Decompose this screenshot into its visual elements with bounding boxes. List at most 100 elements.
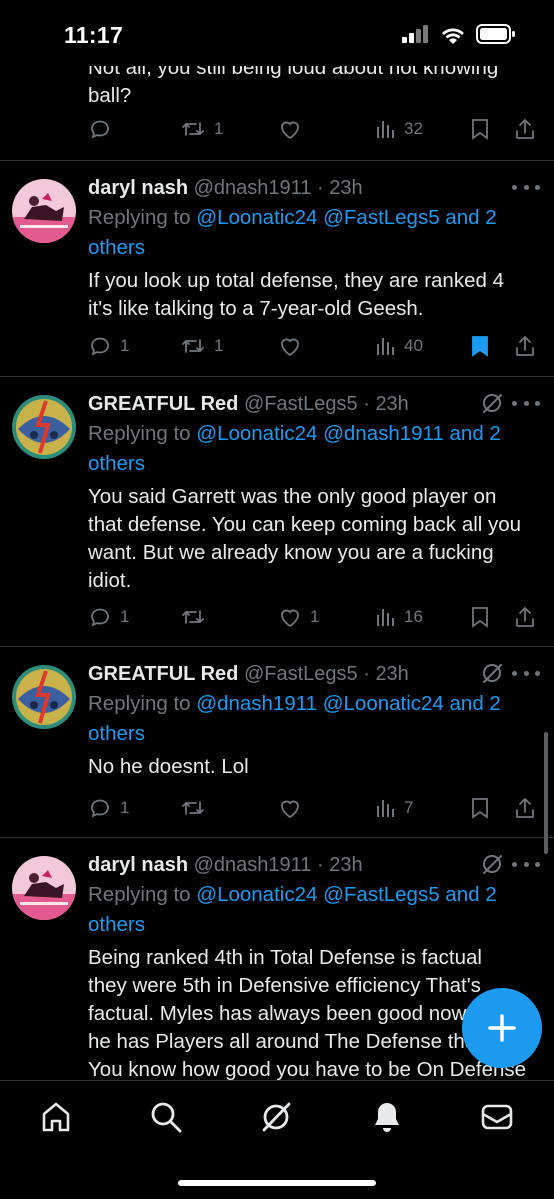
avatar[interactable] bbox=[12, 179, 76, 243]
plus-icon bbox=[488, 1014, 516, 1042]
mention-links[interactable]: @dnash1911 @Loonatic24 and 2 bbox=[196, 692, 501, 715]
retweet-button[interactable]: 1 bbox=[180, 331, 223, 361]
avatar-daryl-image bbox=[12, 856, 76, 920]
display-name[interactable]: daryl nash bbox=[88, 854, 188, 876]
mention-others-link[interactable]: others bbox=[88, 722, 145, 745]
display-name[interactable]: GREATFUL Red bbox=[88, 663, 238, 685]
mention-links[interactable]: @Loonatic24 @FastLegs5 and 2 bbox=[196, 206, 496, 229]
views-button[interactable]: 32 bbox=[376, 114, 423, 144]
retweet-button[interactable] bbox=[180, 602, 214, 632]
bookmark-icon bbox=[472, 119, 488, 140]
avatar[interactable] bbox=[12, 665, 76, 729]
share-button[interactable] bbox=[514, 114, 536, 144]
tweet[interactable]: GREATFUL Red @FastLegs5 · 23h Replying t… bbox=[0, 647, 554, 838]
tweet-time[interactable]: 23h bbox=[329, 177, 362, 199]
more-options-button[interactable] bbox=[512, 177, 540, 197]
mention-links[interactable]: @Loonatic24 @FastLegs5 and 2 bbox=[196, 883, 496, 906]
retweet-icon bbox=[182, 801, 204, 815]
timeline-feed[interactable]: Not all, you still being loud about not … bbox=[0, 0, 554, 1080]
like-button[interactable] bbox=[278, 114, 302, 144]
reply-button[interactable] bbox=[88, 114, 112, 144]
reply-button[interactable]: 1 bbox=[88, 331, 129, 361]
views-icon bbox=[377, 609, 394, 626]
battery-icon bbox=[476, 24, 515, 44]
reply-count: 1 bbox=[120, 336, 130, 355]
tweet-header: daryl nash @dnash1911 · 23h bbox=[88, 173, 534, 203]
tab-search[interactable] bbox=[146, 1097, 186, 1137]
views-count: 7 bbox=[404, 798, 414, 817]
tweet[interactable]: GREATFUL Red @FastLegs5 · 23h Replying t… bbox=[0, 377, 554, 647]
share-button[interactable] bbox=[514, 602, 536, 632]
tweet-text: If you look up total defense, they are r… bbox=[88, 267, 534, 323]
mention-others-link[interactable]: others bbox=[88, 452, 145, 475]
compose-button[interactable] bbox=[462, 988, 542, 1068]
tweet-text-line: You said Garrett was the only good playe… bbox=[88, 485, 497, 508]
tweet-header: GREATFUL Red @FastLegs5 · 23h bbox=[88, 659, 534, 689]
views-count: 16 bbox=[404, 607, 423, 626]
like-button[interactable] bbox=[278, 331, 310, 361]
tweet-content: daryl nash @dnash1911 · 23h Replying to … bbox=[88, 173, 534, 323]
scrollbar[interactable] bbox=[544, 732, 548, 854]
home-indicator[interactable] bbox=[178, 1180, 376, 1186]
mention-others-link[interactable]: others bbox=[88, 236, 145, 259]
tweet[interactable]: daryl nash @dnash1911 · 23h Replying to … bbox=[0, 161, 554, 377]
tweet-actions: 1 1 40 bbox=[88, 331, 540, 361]
avatar[interactable] bbox=[12, 395, 76, 459]
retweet-button[interactable] bbox=[180, 793, 214, 823]
like-count: 1 bbox=[310, 607, 320, 626]
display-name[interactable]: daryl nash bbox=[88, 177, 188, 199]
avatar[interactable] bbox=[12, 856, 76, 920]
reply-icon bbox=[91, 120, 109, 139]
replying-to: Replying to @Loonatic24 @FastLegs5 and 2… bbox=[88, 203, 534, 263]
mention-others-link[interactable]: others bbox=[88, 913, 145, 936]
more-options-button[interactable] bbox=[512, 663, 540, 683]
retweet-button[interactable]: 1 bbox=[180, 114, 223, 144]
tab-grok[interactable] bbox=[256, 1097, 296, 1137]
mention-links[interactable]: @Loonatic24 @dnash1911 and 2 bbox=[196, 422, 501, 445]
tab-home[interactable] bbox=[36, 1097, 76, 1137]
status-time: 11:17 bbox=[64, 22, 124, 48]
tweet-time[interactable]: 23h bbox=[329, 854, 362, 876]
tweet-text-line: You know how good you have to be On Defe… bbox=[88, 1058, 527, 1080]
display-name[interactable]: GREATFUL Red bbox=[88, 393, 238, 415]
messages-icon bbox=[481, 1104, 513, 1130]
share-button[interactable] bbox=[514, 331, 536, 361]
tweet-text-line: it's like talking to a 7-year-old Geesh. bbox=[88, 297, 424, 320]
share-button[interactable] bbox=[514, 793, 536, 823]
reply-button[interactable]: 1 bbox=[88, 793, 129, 823]
tweet-time[interactable]: 23h bbox=[375, 393, 408, 415]
user-handle[interactable]: @FastLegs5 bbox=[244, 393, 358, 415]
grok-icon[interactable] bbox=[480, 661, 504, 685]
bookmark-button[interactable] bbox=[470, 793, 490, 823]
tab-messages[interactable] bbox=[477, 1097, 517, 1137]
reply-count: 1 bbox=[120, 798, 130, 817]
dot-separator: · bbox=[316, 177, 324, 199]
views-button[interactable]: 16 bbox=[376, 602, 423, 632]
notifications-icon bbox=[375, 1103, 399, 1132]
tweet-actions: 1 32 bbox=[88, 114, 540, 144]
like-button[interactable] bbox=[278, 793, 310, 823]
user-handle[interactable]: @dnash1911 bbox=[194, 177, 312, 199]
views-button[interactable]: 40 bbox=[376, 331, 423, 361]
grok-icon[interactable] bbox=[480, 391, 504, 415]
tweet-text: No he doesnt. Lol bbox=[88, 753, 534, 781]
bookmark-filled-icon bbox=[472, 336, 488, 357]
bookmark-button[interactable] bbox=[470, 114, 490, 144]
views-icon bbox=[377, 338, 394, 355]
bookmark-button[interactable] bbox=[470, 331, 490, 361]
avatar-grateful-image bbox=[12, 665, 76, 729]
tab-notifications[interactable] bbox=[367, 1097, 407, 1137]
views-button[interactable]: 7 bbox=[376, 793, 413, 823]
reply-button[interactable]: 1 bbox=[88, 602, 129, 632]
bookmark-button[interactable] bbox=[470, 602, 490, 632]
grok-icon[interactable] bbox=[480, 852, 504, 876]
tweet-time[interactable]: 23h bbox=[375, 663, 408, 685]
more-options-button[interactable] bbox=[512, 854, 540, 874]
user-handle[interactable]: @FastLegs5 bbox=[244, 663, 358, 685]
replying-prefix: Replying to bbox=[88, 206, 197, 229]
retweet-count: 1 bbox=[214, 336, 224, 355]
replying-to: Replying to @Loonatic24 @dnash1911 and 2… bbox=[88, 419, 534, 479]
like-button[interactable]: 1 bbox=[278, 602, 319, 632]
user-handle[interactable]: @dnash1911 bbox=[194, 854, 312, 876]
more-options-button[interactable] bbox=[512, 393, 540, 413]
